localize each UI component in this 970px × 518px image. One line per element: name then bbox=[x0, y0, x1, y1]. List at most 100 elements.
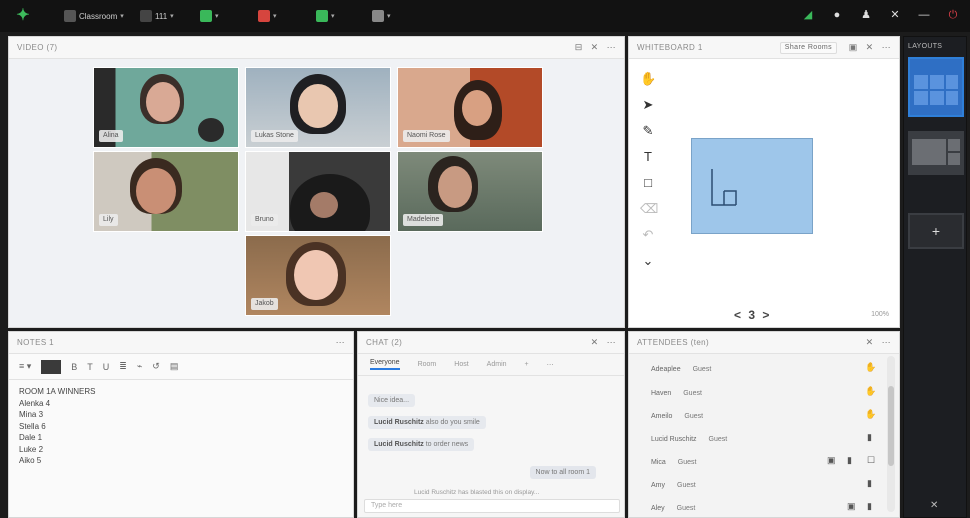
attendee-row[interactable]: Adeaplee Guest bbox=[651, 362, 711, 376]
video-tile[interactable]: Jakob bbox=[245, 235, 391, 316]
list-icon[interactable]: ≣ bbox=[119, 361, 127, 372]
mic-icon[interactable]: ▮ bbox=[867, 478, 872, 489]
chat-status-text: Lucid Ruschitz has blasted this on displ… bbox=[414, 489, 540, 496]
pen-icon[interactable]: ✎ bbox=[640, 123, 656, 139]
hand-raise-icon[interactable]: ☐ bbox=[867, 455, 875, 466]
attendee-row[interactable]: Ameilo Guest bbox=[651, 409, 703, 423]
chevron-down-icon: ▾ bbox=[170, 13, 174, 20]
layouts-pane: LAYOUTS + ✕ bbox=[903, 36, 967, 518]
underline-icon[interactable]: U bbox=[103, 362, 110, 372]
undo-icon[interactable]: ↶ bbox=[640, 227, 656, 243]
shape-icon[interactable]: □ bbox=[640, 175, 656, 191]
more-icon[interactable]: ⋯ bbox=[547, 361, 554, 369]
attendee-row[interactable]: Amy Guest bbox=[651, 478, 696, 492]
table-icon[interactable]: ▤ bbox=[170, 361, 179, 372]
more-icon[interactable]: ⋯ bbox=[882, 337, 891, 348]
power-icon[interactable]: ⏻ bbox=[946, 8, 960, 22]
attendee-row[interactable]: Aley Guest bbox=[651, 501, 695, 515]
slide-navigation[interactable]: < 3 > bbox=[734, 308, 771, 322]
video-grid: Alina Lukas Stone Naomi Rose Lily Bruno … bbox=[9, 59, 624, 327]
camera-menu[interactable]: ▾ bbox=[316, 9, 335, 23]
tab-room[interactable]: Room bbox=[418, 361, 437, 368]
speaker-menu[interactable]: ▾ bbox=[200, 9, 219, 23]
more-icon[interactable]: ⋯ bbox=[336, 337, 345, 348]
clear-format-icon[interactable]: ↺ bbox=[152, 361, 160, 372]
close-icon[interactable]: ✕ bbox=[866, 337, 874, 348]
video-tile[interactable]: Bruno bbox=[245, 151, 391, 232]
mic-menu[interactable]: ▾ bbox=[258, 9, 277, 23]
user-icon[interactable]: ♟ bbox=[859, 8, 873, 22]
attendees-header: ATTENDEES (ten) ✕ ⋯ bbox=[629, 332, 899, 354]
notes-toolbar: ≡ ▾ B T U ≣ ⌁ ↺ ▤ bbox=[9, 354, 353, 380]
chat-input[interactable]: Type here bbox=[364, 499, 620, 513]
signal-icon[interactable]: ◢ bbox=[801, 8, 815, 22]
chat-header: CHAT (2) ✕ ⋯ bbox=[358, 332, 624, 354]
camera-icon[interactable]: ▣ bbox=[847, 501, 856, 512]
note-line: Luke 2 bbox=[19, 444, 44, 454]
pointer-icon[interactable]: ➤ bbox=[640, 97, 656, 113]
video-tile[interactable]: Alina bbox=[93, 67, 239, 148]
video-tile[interactable]: Lily bbox=[93, 151, 239, 232]
hand-icon[interactable]: ✋ bbox=[640, 71, 656, 87]
collapse-icon[interactable]: ✕ bbox=[930, 500, 938, 511]
close-icon[interactable]: ✕ bbox=[591, 42, 599, 53]
color-picker[interactable] bbox=[41, 359, 62, 374]
whiteboard-header: WHITEBOARD 1 Share Rooms ▣ ✕ ⋯ bbox=[629, 37, 899, 59]
more-icon[interactable]: ⋯ bbox=[607, 42, 616, 53]
zoom-level[interactable]: 100% bbox=[871, 311, 889, 318]
whiteboard-slide[interactable] bbox=[691, 138, 813, 234]
more-icon[interactable]: ⋯ bbox=[607, 337, 616, 348]
eraser-icon[interactable]: ⌫ bbox=[640, 201, 658, 217]
grid-layout-icon bbox=[914, 75, 958, 105]
hand-raise-icon[interactable]: ✋ bbox=[865, 386, 876, 397]
attendee-row[interactable]: Lucid Ruschitz Guest bbox=[651, 432, 727, 446]
attendee-row[interactable]: Mica Guest bbox=[651, 455, 696, 469]
classroom-menu[interactable]: Classroom ▾ bbox=[64, 9, 124, 23]
tab-admin[interactable]: Admin bbox=[487, 361, 507, 368]
layout-option-speaker[interactable] bbox=[908, 131, 964, 175]
more-icon[interactable]: ⋯ bbox=[882, 42, 891, 53]
layout-icon[interactable]: ⊟ bbox=[575, 42, 583, 53]
notes-content[interactable]: ROOM 1A WINNERS Alenka 4 Mina 3 Stella 6… bbox=[9, 380, 353, 473]
close-icon[interactable]: ✕ bbox=[866, 42, 874, 53]
camera-icon[interactable]: ▣ bbox=[827, 455, 836, 466]
tab-everyone[interactable]: Everyone bbox=[370, 359, 400, 370]
lock-icon[interactable]: ▣ bbox=[849, 42, 858, 53]
attendees-scrollbar[interactable] bbox=[887, 356, 895, 512]
expand-icon[interactable]: ✕ bbox=[888, 8, 902, 22]
mic-icon[interactable]: ▮ bbox=[867, 432, 872, 443]
chevron-down-icon: ▾ bbox=[387, 13, 391, 20]
video-tile[interactable]: Naomi Rose bbox=[397, 67, 543, 148]
note-line: Alenka 4 bbox=[19, 398, 51, 408]
chat-message: Lucid Ruschitz also do you smile bbox=[368, 416, 486, 429]
help-icon[interactable]: ● bbox=[830, 8, 844, 22]
attendee-row[interactable]: Haven Guest bbox=[651, 386, 702, 400]
minimize-icon[interactable]: — bbox=[917, 8, 931, 22]
speaker-layout-icon bbox=[912, 139, 960, 165]
hand-raise-icon[interactable]: ✋ bbox=[865, 362, 876, 373]
video-tile[interactable]: Lukas Stone bbox=[245, 67, 391, 148]
add-tab-icon[interactable]: + bbox=[525, 361, 529, 368]
tab-host[interactable]: Host bbox=[454, 361, 468, 368]
participant-name: Jakob bbox=[251, 298, 278, 310]
chevron-down-icon: ▾ bbox=[273, 13, 277, 20]
chevron-down-icon[interactable]: ⌄ bbox=[640, 253, 656, 269]
chevron-down-icon: ▾ bbox=[331, 13, 335, 20]
font-size-dropdown[interactable]: ≡ ▾ bbox=[19, 361, 31, 372]
share-rooms-button[interactable]: Share Rooms bbox=[779, 42, 837, 54]
add-layout-button[interactable]: + bbox=[908, 213, 964, 249]
mic-icon[interactable]: ▮ bbox=[847, 455, 852, 466]
bold-icon[interactable]: B bbox=[71, 362, 77, 372]
grid-menu[interactable]: 111 ▾ bbox=[140, 9, 174, 23]
text-icon[interactable]: T bbox=[640, 149, 656, 165]
italic-icon[interactable]: T bbox=[87, 362, 93, 372]
layout-option-grid[interactable] bbox=[908, 57, 964, 117]
chat-message: Lucid Ruschitz to order news bbox=[368, 438, 475, 451]
hand-raise-icon[interactable]: ✋ bbox=[865, 409, 876, 420]
link-icon[interactable]: ⌁ bbox=[137, 361, 142, 372]
close-icon[interactable]: ✕ bbox=[591, 337, 599, 348]
video-pane-header: VIDEO (7) ⊟ ✕ ⋯ bbox=[9, 37, 624, 59]
share-menu[interactable]: ▾ bbox=[372, 9, 391, 23]
mic-icon[interactable]: ▮ bbox=[867, 501, 872, 512]
video-tile[interactable]: Madeleine bbox=[397, 151, 543, 232]
